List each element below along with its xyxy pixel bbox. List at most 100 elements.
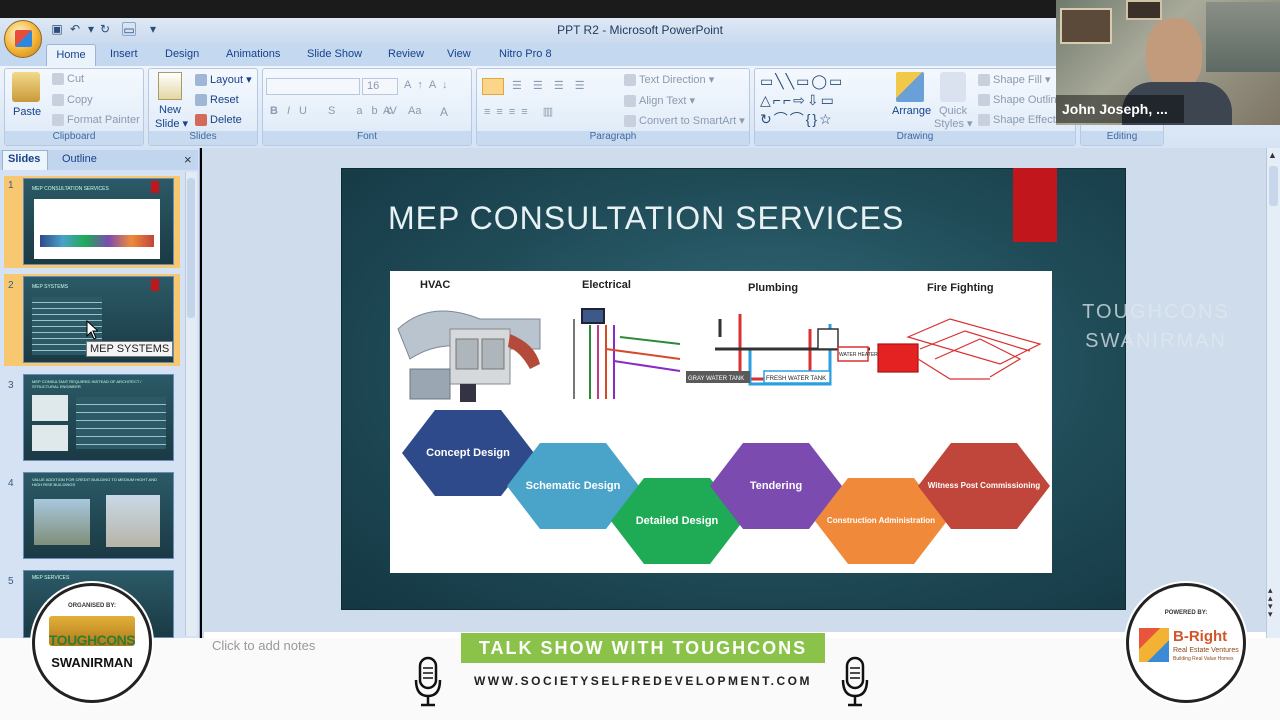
align-buttons[interactable]: ≡≡≡≡ ▥ (484, 105, 559, 118)
tab-view[interactable]: View (447, 48, 471, 60)
save-icon[interactable]: ▣ (50, 22, 64, 36)
tab-slide-show[interactable]: Slide Show (307, 48, 362, 60)
org-logo-line-2: SWANIRMAN (51, 655, 133, 670)
thumbnail-3-image-1 (32, 395, 68, 421)
scroll-up-icon[interactable]: ▲ (1268, 150, 1277, 160)
redo-icon[interactable]: ↻ (98, 22, 112, 36)
copy-icon (52, 94, 64, 107)
toughcons-watermark: TOUGHCONS SWANIRMAN (1060, 298, 1252, 356)
shape-fill-button[interactable]: Shape Fill ▾ (978, 73, 1051, 87)
align-text-button[interactable]: Align Text ▾ (624, 94, 696, 108)
char-spacing-button[interactable]: AV (383, 105, 397, 117)
thumbnail-4-title: VALUE ADDITION FOR CREDIT BUILDING TO ME… (32, 477, 157, 487)
shape-effects-button[interactable]: Shape Effects (978, 114, 1061, 127)
electrical-illustration (573, 308, 681, 399)
drawing-group-label: Drawing (755, 131, 1075, 145)
undo-icon[interactable]: ↶ (68, 22, 82, 36)
customize-toolbar-icon[interactable]: ▾ (146, 22, 160, 36)
tab-insert[interactable]: Insert (110, 48, 138, 60)
microphone-icon-left (414, 656, 442, 707)
slide-title[interactable]: MEP CONSULTATION SERVICES (388, 200, 904, 237)
layout-icon (195, 74, 207, 87)
microphone-icon-right (841, 656, 869, 707)
tab-animations[interactable]: Animations (226, 48, 280, 60)
font-color-icon[interactable]: A (440, 105, 448, 119)
slide-thumbnail-4[interactable]: VALUE ADDITION FOR CREDIT BUILDING TO ME… (23, 472, 174, 559)
paste-button[interactable]: Paste (13, 106, 41, 118)
new-slide-icon[interactable] (158, 72, 182, 100)
editing-group-label: Editing (1081, 131, 1163, 145)
font-style-buttons[interactable]: BIU S abc (270, 105, 401, 117)
thumbnail-3-text-lines (76, 397, 166, 449)
thumbnail-1-title: MEP CONSULTATION SERVICES (32, 186, 109, 192)
slide-number-3: 3 (8, 380, 14, 391)
slide-number-4: 4 (8, 478, 14, 489)
mep-services-diagram[interactable]: HVAC Electrical Plumbing Fire Fighting G… (390, 271, 1052, 573)
slide-red-accent (1013, 168, 1057, 242)
font-name-field[interactable] (266, 78, 360, 95)
tab-nitro[interactable]: Nitro Pro 8 (499, 48, 552, 60)
thumbnail-1-red-tab (151, 181, 159, 193)
slide-thumbnail-3[interactable]: MEP CONSULTANT REQUIRED INSTEAD OF ARCHI… (23, 374, 174, 461)
format-painter-button[interactable]: Format Painter (52, 114, 140, 127)
quick-styles-icon[interactable] (940, 72, 966, 102)
font-size-field[interactable]: 16 (362, 78, 398, 95)
pane-scroll-thumb[interactable] (187, 178, 195, 318)
new-slide-label-2[interactable]: Slide ▾ (155, 117, 188, 130)
align-text-label: Align Text ▾ (639, 95, 696, 107)
list-buttons[interactable]: ☰ ☰ ☰ ☰ (512, 79, 589, 92)
delete-button[interactable]: Delete (195, 114, 242, 127)
text-direction-icon (624, 74, 636, 87)
close-pane-icon[interactable]: × (184, 152, 192, 167)
water-heater-label: WATER HEATER (839, 352, 878, 358)
slideshow-icon[interactable]: ▭ (122, 22, 136, 37)
quick-styles-label-1[interactable]: Quick (939, 105, 967, 117)
vertical-scrollbar[interactable]: ▲ ▴ ▴ ▾ ▾ (1266, 148, 1280, 638)
shape-outline-button[interactable]: Shape Outline (978, 94, 1063, 107)
thumbnail-1-image (34, 199, 160, 259)
fresh-water-tank-label: FRESH WATER TANK (766, 376, 826, 382)
arrange-button[interactable]: Arrange (892, 105, 931, 117)
paste-icon[interactable] (12, 72, 40, 102)
quick-styles-label-2[interactable]: Styles ▾ (934, 117, 973, 130)
scroll-thumb[interactable] (1269, 166, 1278, 206)
clipboard-group-label: Clipboard (5, 131, 143, 145)
tab-design[interactable]: Design (165, 48, 199, 60)
gray-water-tank-label: GRAY WATER TANK (688, 376, 744, 382)
fill-bucket-icon (978, 74, 990, 87)
arrange-icon[interactable] (896, 72, 924, 102)
font-grow-shrink-buttons[interactable]: A↑A↓ (404, 79, 454, 91)
bullets-icon[interactable] (482, 78, 504, 95)
shapes-gallery[interactable]: ▭╲╲▭◯▭ △⌐⌐⇨⇩▭ ↻⌒⌒{}☆ (760, 72, 884, 130)
cut-button[interactable]: Cut (52, 73, 84, 86)
reset-button[interactable]: Reset (195, 94, 239, 107)
participant-face (1146, 18, 1202, 90)
slide-thumbnail-1[interactable]: MEP CONSULTATION SERVICES (23, 178, 174, 265)
change-case-button[interactable]: Aa (408, 105, 421, 117)
format-painter-label: Format Painter (67, 114, 140, 126)
thumbnail-3-title: MEP CONSULTANT REQUIRED INSTEAD OF ARCHI… (32, 379, 142, 389)
office-logo-icon (15, 30, 32, 47)
text-direction-button[interactable]: Text Direction ▾ (624, 73, 714, 87)
convert-smartart-button[interactable]: Convert to SmartArt ▾ (624, 114, 745, 128)
smartart-icon (624, 115, 636, 128)
undo-dropdown-icon[interactable]: ▾ (84, 22, 98, 36)
tab-outline[interactable]: Outline (62, 153, 97, 165)
layout-button[interactable]: Layout ▾ (195, 73, 252, 87)
organiser-badge: ORGANISED BY: TOUGHCONS SWANIRMAN (32, 583, 152, 703)
tab-slides[interactable]: Slides (8, 153, 40, 165)
sponsor-badge: POWERED BY: B-Right Real Estate Ventures… (1126, 583, 1246, 703)
copy-button[interactable]: Copy (52, 94, 93, 107)
tab-home[interactable]: Home (46, 44, 96, 66)
shape-fill-label: Shape Fill ▾ (993, 74, 1051, 86)
copy-label: Copy (67, 94, 93, 106)
notes-placeholder[interactable]: Click to add notes (212, 638, 315, 650)
org-logo-line-1: TOUGHCONS (48, 632, 136, 648)
powered-by-label: POWERED BY: (1164, 610, 1208, 616)
new-slide-label-1[interactable]: New (159, 104, 181, 116)
prev-next-slide-icons[interactable]: ▴ ▴ ▾ ▾ (1268, 586, 1273, 619)
show-banner: TALK SHOW WITH TOUGHCONS (461, 633, 825, 663)
sponsor-logo-line-2: Real Estate Ventures (1173, 647, 1239, 654)
tab-review[interactable]: Review (388, 48, 424, 60)
office-button[interactable] (4, 20, 42, 58)
